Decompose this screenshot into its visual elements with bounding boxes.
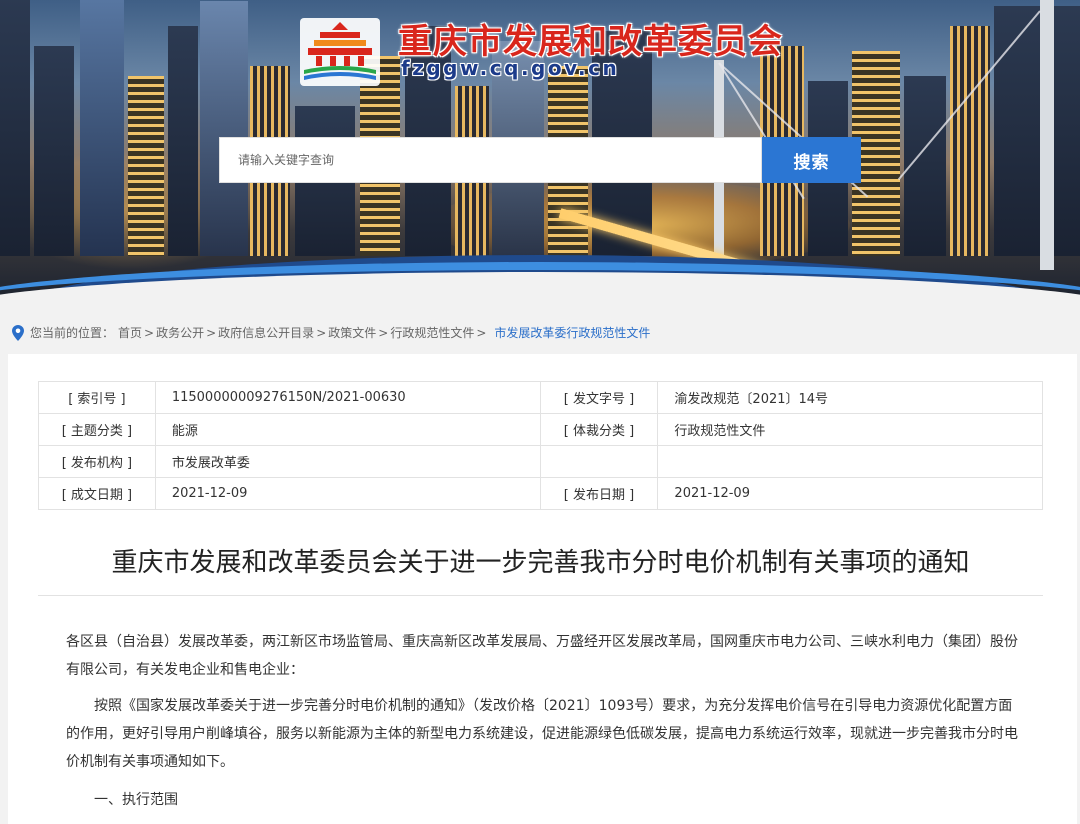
meta-label-genre: [ 体裁分类 ]	[539, 413, 659, 446]
breadcrumb-item-home[interactable]: 首页	[118, 324, 142, 341]
skyline-building	[128, 76, 164, 256]
skyline-building	[950, 26, 990, 256]
breadcrumb-current[interactable]: 市发展改革委行政规范性文件	[494, 324, 650, 341]
section-heading: 一、执行范围	[94, 792, 178, 808]
table-row: [ 成文日期 ] 2021-12-09 [ 发布日期 ] 2021-12-09	[38, 477, 1043, 510]
breadcrumb-item-policy-docs[interactable]: 政策文件	[328, 324, 376, 341]
header-banner: 重庆市发展和改革委员会 fzggw.cq.gov.cn 搜索	[0, 0, 1080, 296]
breadcrumb-item-info-catalog[interactable]: 政府信息公开目录	[218, 324, 314, 341]
breadcrumb-prefix: 您当前的位置：	[30, 326, 115, 340]
site-logo-icon	[300, 18, 380, 86]
meta-value-written-date: 2021-12-09	[154, 477, 541, 510]
breadcrumb-item-normative-docs[interactable]: 行政规范性文件	[390, 324, 474, 341]
skyline-building	[34, 46, 74, 256]
meta-label-publish-date: [ 发布日期 ]	[539, 477, 659, 510]
breadcrumb-separator: >	[378, 325, 389, 340]
breadcrumb: 您当前的位置： 首页 > 政务公开 > 政府信息公开目录 > 政策文件 > 行政…	[12, 324, 650, 341]
breadcrumb-separator: >	[316, 325, 327, 340]
meta-label-written-date: [ 成文日期 ]	[38, 477, 156, 510]
skyline-building	[994, 6, 1080, 256]
paragraph-addressees: 各区县（自治县）发展改革委，两江新区市场监管局、重庆高新区改革发展局、万盛经开区…	[66, 634, 1018, 678]
site-url[interactable]: fzggw.cq.gov.cn	[401, 56, 619, 80]
search-button[interactable]: 搜索	[762, 137, 861, 183]
meta-value-doc-number: 渝发改规范〔2021〕14号	[657, 381, 1043, 414]
meta-label-doc-number: [ 发文字号 ]	[539, 381, 659, 414]
skyline-building	[168, 26, 198, 256]
paragraph-preamble: 按照《国家发展改革委关于进一步完善分时电价机制的通知》（发改价格〔2021〕10…	[66, 698, 1018, 770]
skyline-building	[0, 0, 30, 256]
meta-label-publisher: [ 发布机构 ]	[38, 445, 156, 478]
search-input[interactable]	[220, 138, 761, 182]
meta-value-empty	[657, 445, 1043, 478]
table-row: [ 主题分类 ] 能源 [ 体裁分类 ] 行政规范性文件	[38, 413, 1043, 446]
document-title: 重庆市发展和改革委员会关于进一步完善我市分时电价机制有关事项的通知	[111, 548, 970, 578]
meta-value-genre: 行政规范性文件	[657, 413, 1043, 446]
meta-label-empty	[539, 445, 659, 478]
breadcrumb-separator: >	[476, 325, 487, 340]
skyline-building	[80, 0, 124, 256]
table-row: [ 发布机构 ] 市发展改革委	[38, 445, 1043, 478]
meta-value-publisher: 市发展改革委	[154, 445, 541, 478]
location-pin-icon	[12, 324, 24, 341]
table-row: [ 索引号 ] 11500000009276150N/2021-00630 [ …	[38, 381, 1043, 414]
meta-value-index: 11500000009276150N/2021-00630	[154, 381, 541, 414]
search-box	[219, 137, 762, 183]
title-divider	[38, 595, 1043, 596]
content-card: [ 索引号 ] 11500000009276150N/2021-00630 [ …	[8, 354, 1077, 824]
meta-label-topic: [ 主题分类 ]	[38, 413, 156, 446]
document-metadata-table: [ 索引号 ] 11500000009276150N/2021-00630 [ …	[38, 381, 1043, 510]
breadcrumb-separator: >	[144, 325, 155, 340]
meta-value-publish-date: 2021-12-09	[657, 477, 1043, 510]
meta-value-topic: 能源	[154, 413, 541, 446]
skyline-building	[200, 1, 248, 256]
bridge-tower	[1040, 0, 1054, 270]
meta-label-index: [ 索引号 ]	[38, 381, 156, 414]
breadcrumb-separator: >	[206, 325, 217, 340]
breadcrumb-item-gov-affairs[interactable]: 政务公开	[156, 324, 204, 341]
